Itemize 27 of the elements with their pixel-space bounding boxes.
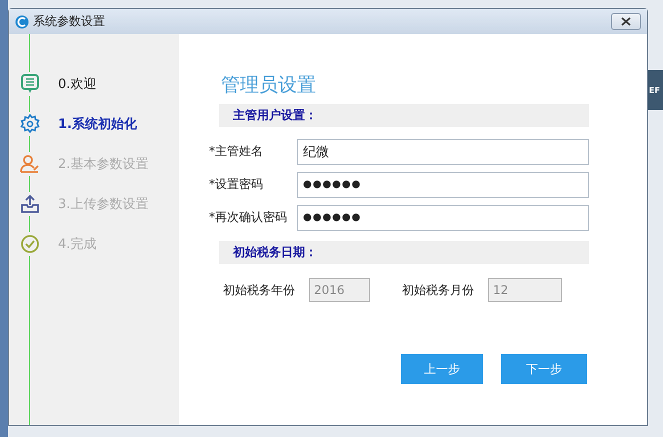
app-logo-icon: [15, 14, 29, 28]
step-label: 4.完成: [58, 236, 96, 253]
user-icon: [20, 154, 40, 174]
field-label: *设置密码: [209, 176, 264, 193]
upload-icon: [20, 194, 40, 214]
password-field[interactable]: ●●●●●●: [297, 204, 589, 230]
gear-icon: [20, 114, 40, 134]
step-label: 0.欢迎: [58, 76, 96, 93]
step-label: 3.上传参数设置: [58, 196, 148, 213]
close-icon: [621, 17, 631, 26]
close-button[interactable]: [611, 13, 641, 30]
field-label: 初始税务年份: [223, 282, 295, 298]
page-heading: 管理员设置: [221, 73, 317, 98]
window-title: 系统参数设置: [33, 13, 106, 30]
field-label: 初始税务月份: [402, 282, 474, 298]
step-label: 2.基本参数设置: [58, 156, 148, 173]
password-field[interactable]: ●●●●●●: [297, 172, 589, 198]
section-title: 初始税务日期：: [233, 244, 317, 261]
next-button[interactable]: 下一步: [501, 354, 587, 384]
step-label: 1.系统初始化: [58, 116, 137, 133]
name-field[interactable]: 纪微: [297, 138, 589, 164]
section-title: 主管用户设置：: [233, 107, 317, 124]
check-circle-icon: [20, 234, 40, 254]
previous-button[interactable]: 上一步: [401, 354, 483, 384]
field-label: *主管姓名: [209, 143, 264, 160]
chat-icon: [21, 74, 39, 94]
field-label: *再次确认密码: [209, 209, 288, 226]
